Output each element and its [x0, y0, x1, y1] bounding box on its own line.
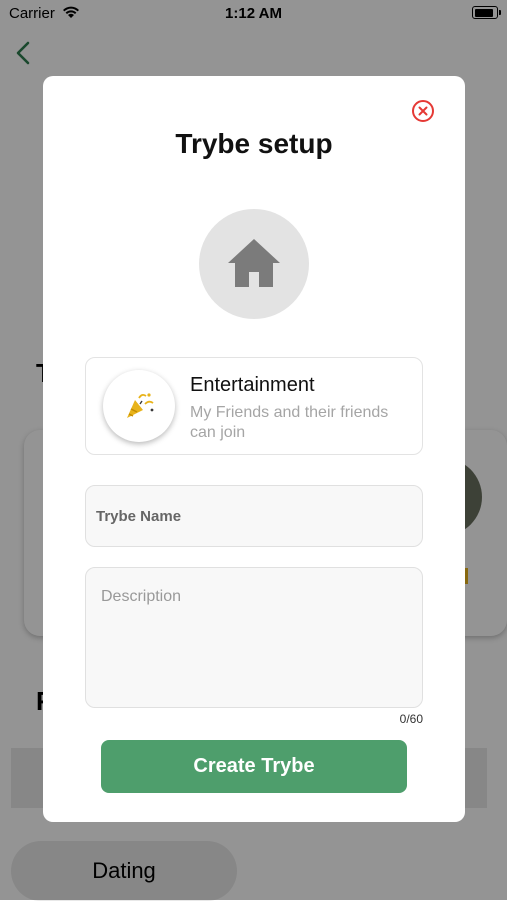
party-popper-icon: [123, 390, 157, 427]
create-trybe-button[interactable]: Create Trybe: [101, 740, 407, 793]
category-title: Entertainment: [190, 374, 315, 396]
create-trybe-label: Create Trybe: [193, 755, 315, 777]
trybe-image-picker[interactable]: [199, 209, 309, 319]
category-card[interactable]: Entertainment My Friends and their frien…: [85, 357, 423, 455]
description-placeholder: Description: [101, 588, 182, 605]
modal-title: Trybe setup: [175, 128, 333, 159]
description-input[interactable]: Description: [85, 567, 423, 708]
trybe-name-label: Trybe Name: [96, 508, 182, 525]
category-description: My Friends and their friends can join: [190, 404, 389, 441]
close-icon[interactable]: [411, 99, 435, 123]
description-char-count: 0/60: [399, 712, 423, 726]
home-icon: [225, 235, 283, 296]
category-icon-circle: [103, 370, 175, 442]
trybe-name-input[interactable]: Trybe Name: [85, 485, 423, 547]
